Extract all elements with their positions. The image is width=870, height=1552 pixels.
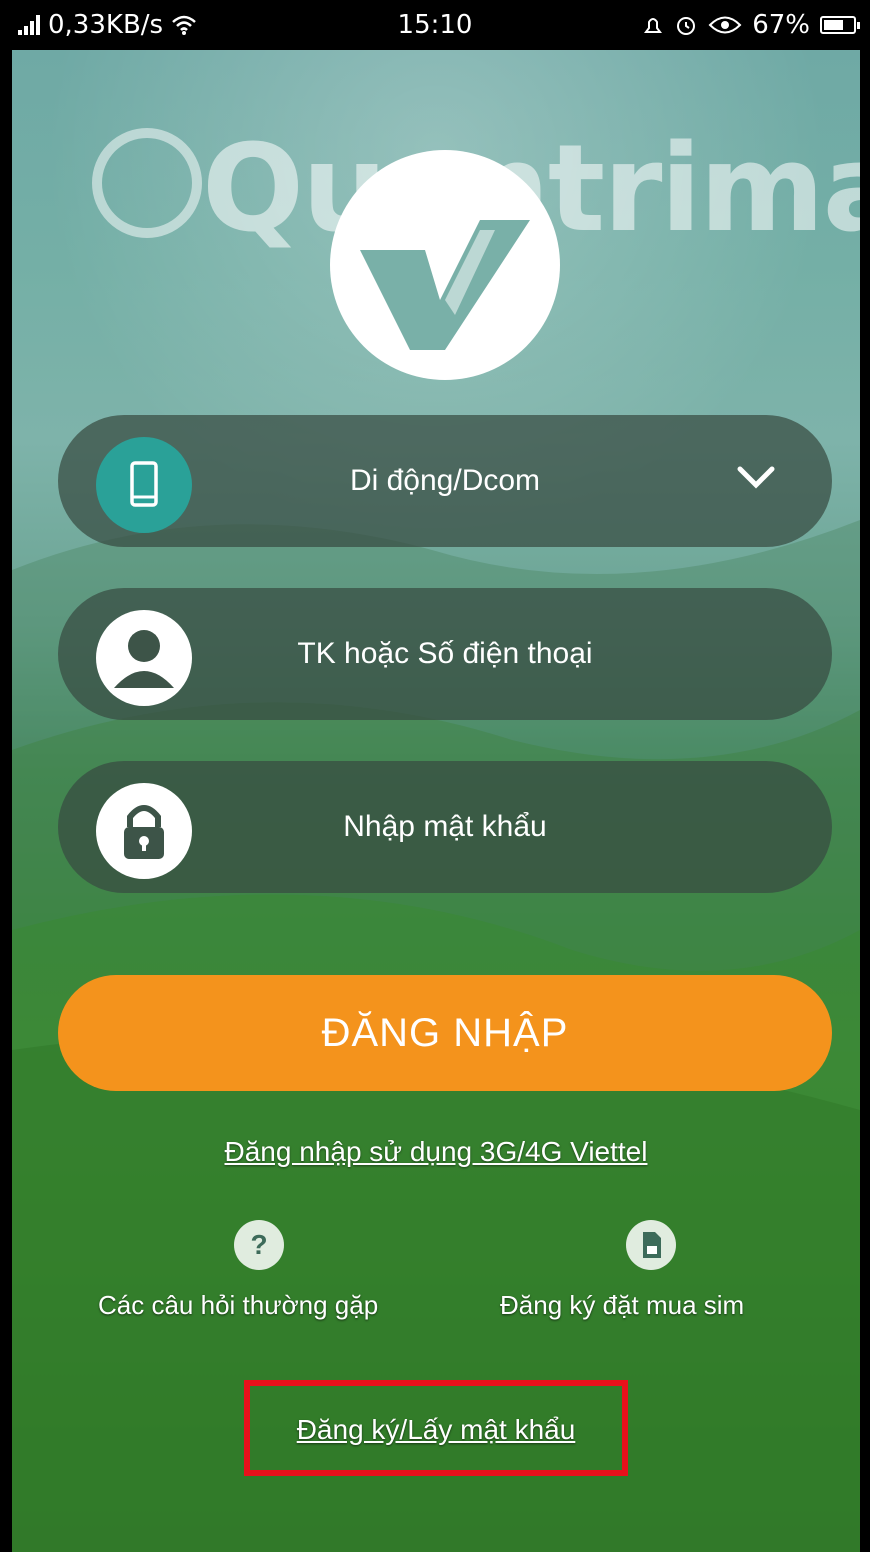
eye-icon bbox=[708, 16, 742, 34]
login-screen: Quantrimang Di động/Dcom TK hoặc Số điện… bbox=[12, 50, 860, 1552]
watermark-bulb-icon bbox=[92, 128, 202, 238]
battery-icon bbox=[820, 16, 860, 34]
buy-sim-label[interactable]: Đăng ký đặt mua sim bbox=[500, 1290, 744, 1321]
password-placeholder: Nhập mật khẩu bbox=[343, 810, 547, 843]
sim-button-icon[interactable] bbox=[626, 1220, 676, 1270]
username-field[interactable]: TK hoặc Số điện thoại bbox=[58, 588, 832, 720]
username-placeholder: TK hoặc Số điện thoại bbox=[297, 637, 593, 670]
battery-percent: 67% bbox=[752, 10, 810, 40]
battery-fill bbox=[824, 20, 843, 30]
viettel-v-icon bbox=[360, 220, 530, 350]
question-icon: ? bbox=[250, 1229, 267, 1260]
notification-icon bbox=[644, 18, 663, 33]
login-button[interactable]: ĐĂNG NHẬP bbox=[58, 975, 832, 1091]
faq-button-icon[interactable]: ? bbox=[234, 1220, 284, 1270]
login-3g-link[interactable]: Đăng nhập sử dụng 3G/4G Viettel bbox=[12, 1136, 860, 1168]
register-link[interactable]: Đăng ký/Lấy mật khẩu bbox=[250, 1414, 622, 1446]
alarm-icon bbox=[677, 17, 696, 35]
sim-card-icon bbox=[643, 1232, 661, 1258]
account-type-value: Di động/Dcom bbox=[349, 464, 541, 497]
password-field[interactable]: Nhập mật khẩu bbox=[58, 761, 832, 893]
chevron-down-icon[interactable] bbox=[736, 463, 776, 493]
account-type-select[interactable]: Di động/Dcom bbox=[58, 415, 832, 547]
viettel-logo bbox=[330, 150, 560, 380]
register-highlight-box: Đăng ký/Lấy mật khẩu bbox=[244, 1380, 628, 1476]
status-right: 67% bbox=[642, 10, 860, 40]
status-bar: 0,33KB/s 15:10 67% bbox=[0, 0, 870, 50]
faq-label[interactable]: Các câu hỏi thường gặp bbox=[98, 1290, 378, 1321]
svg-text:?: ? bbox=[250, 1229, 267, 1260]
